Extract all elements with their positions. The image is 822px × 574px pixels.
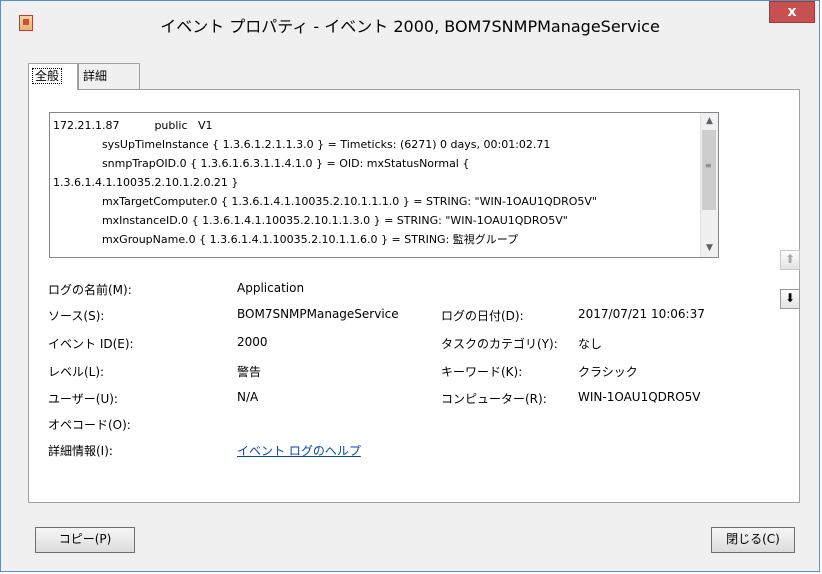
event-description-textbox[interactable]: 172.21.1.87 public V1 sysUpTimeInstance … — [49, 112, 719, 258]
level-value: 警告 — [237, 365, 262, 379]
source-value: BOM7SNMPManageService — [237, 307, 399, 321]
up-arrow-icon: ⬆ — [784, 252, 796, 266]
description-line: mxGroupName.0 { 1.3.6.1.4.1.10035.2.10.1… — [53, 233, 519, 246]
event-description-text: 172.21.1.87 public V1 sysUpTimeInstance … — [50, 113, 718, 249]
level-label: レベル(L): — [48, 365, 105, 379]
event-properties-window: イベント プロパティ - イベント 2000, BOM7SNMPManageSe… — [0, 0, 820, 572]
task-category-value: なし — [578, 337, 603, 351]
description-line: 172.21.1.87 public V1 — [53, 119, 213, 132]
log-name-value: Application — [237, 281, 305, 295]
down-arrow-icon: ⬇ — [784, 291, 796, 305]
description-line: sysUpTimeInstance { 1.3.6.1.2.1.1.3.0 } … — [101, 138, 551, 151]
copy-button[interactable]: コピー(P) — [35, 527, 135, 553]
computer-value: WIN-1OAU1QDRO5V — [578, 390, 701, 404]
task-category-label: タスクのカテゴリ(Y): — [441, 337, 558, 351]
description-line: mxTargetComputer.0 { 1.3.6.1.4.1.10035.2… — [101, 195, 597, 208]
user-label: ユーザー(U): — [48, 392, 118, 406]
scroll-up-icon[interactable]: ▲ — [701, 113, 718, 130]
source-label: ソース(S): — [48, 309, 105, 323]
event-id-label: イベント ID(E): — [48, 337, 134, 351]
description-line: 1.3.6.1.4.1.10035.2.10.1.2.0.21 } — [53, 176, 239, 189]
description-line: snmpTrapOID.0 { 1.3.6.1.6.3.1.1.4.1.0 } … — [101, 157, 470, 170]
keywords-value: クラシック — [578, 365, 638, 379]
tab-details-label: 詳細 — [83, 69, 108, 83]
title-bar[interactable]: イベント プロパティ - イベント 2000, BOM7SNMPManageSe… — [1, 1, 819, 39]
description-scrollbar[interactable]: ▲ ≡ ▼ — [700, 113, 718, 257]
previous-event-button[interactable]: ⬆ — [780, 250, 800, 270]
tab-general[interactable]: 全般 — [28, 63, 78, 90]
keywords-label: キーワード(K): — [441, 365, 523, 379]
window-title: イベント プロパティ - イベント 2000, BOM7SNMPManageSe… — [160, 17, 660, 36]
grip-icon: ≡ — [705, 161, 712, 170]
scroll-down-icon[interactable]: ▼ — [701, 240, 718, 257]
logged-label: ログの日付(D): — [441, 309, 524, 323]
more-info-label: 詳細情報(I): — [48, 444, 113, 458]
next-event-button[interactable]: ⬇ — [780, 289, 800, 309]
description-line: mxInstanceID.0 { 1.3.6.1.4.1.10035.2.10.… — [101, 214, 568, 227]
computer-label: コンピューター(R): — [441, 392, 547, 406]
scrollbar-thumb[interactable]: ≡ — [702, 130, 716, 210]
close-button[interactable]: 閉じる(C) — [711, 527, 795, 553]
event-log-help-link[interactable]: イベント ログのヘルプ — [237, 442, 361, 459]
close-window-button[interactable]: x — [769, 1, 815, 23]
tab-general-label: 全般 — [31, 68, 63, 84]
tab-details[interactable]: 詳細 — [78, 63, 140, 89]
opcode-label: オペコード(O): — [48, 418, 131, 432]
event-id-value: 2000 — [237, 335, 268, 349]
user-value: N/A — [237, 390, 259, 404]
logged-value: 2017/07/21 10:06:37 — [578, 307, 705, 321]
log-name-label: ログの名前(M): — [48, 283, 132, 297]
